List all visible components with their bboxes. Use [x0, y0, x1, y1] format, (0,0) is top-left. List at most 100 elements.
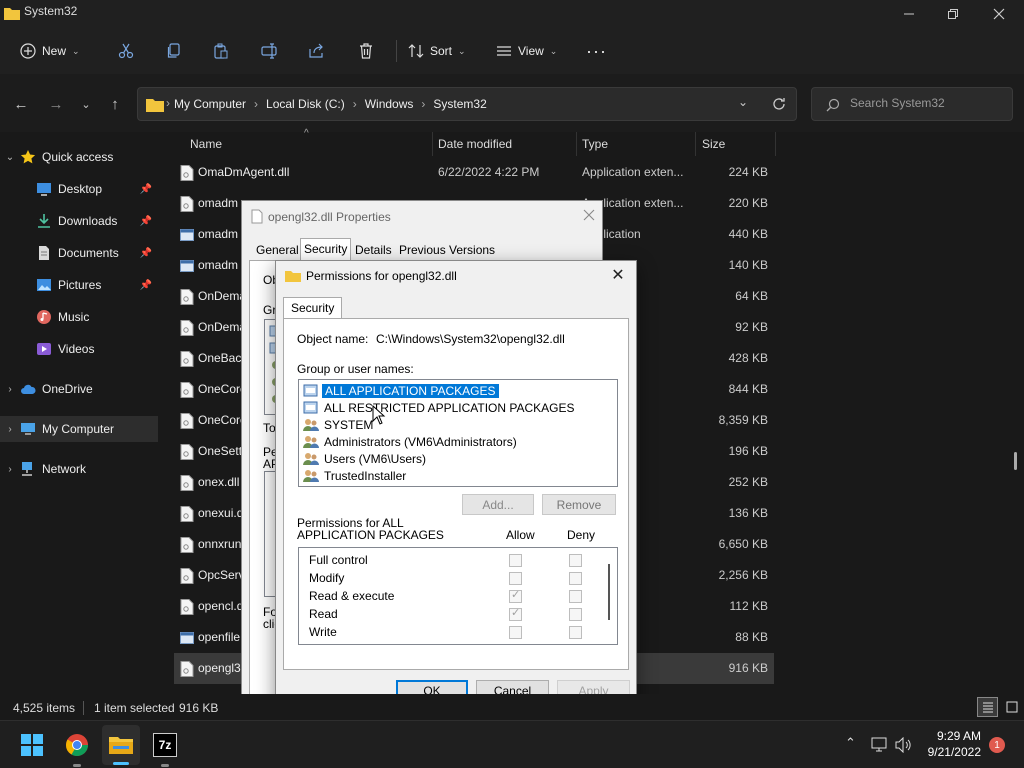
allow-checkbox[interactable] — [509, 572, 522, 585]
sidebar-item-network[interactable]: › Network — [0, 456, 158, 482]
chevron-up-icon[interactable]: ⌃ — [845, 735, 856, 751]
add-button[interactable]: Add... — [462, 494, 534, 515]
up-button[interactable]: ↑ — [103, 94, 127, 114]
tab-security[interactable]: Security — [300, 238, 352, 260]
paste-button[interactable] — [213, 36, 229, 66]
permission-name: Write — [309, 625, 337, 639]
close-icon: ✕ — [611, 267, 625, 284]
maximize-button[interactable] — [930, 2, 976, 26]
clock-time[interactable]: 9:29 AM — [929, 729, 981, 743]
group-name: ALL RESTRICTED APPLICATION PACKAGES — [324, 400, 575, 415]
scrollbar-thumb[interactable] — [608, 564, 610, 620]
share-button[interactable] — [309, 36, 325, 66]
running-indicator — [161, 764, 169, 767]
tab-previous-versions[interactable]: Previous Versions — [396, 242, 498, 258]
column-header-name[interactable]: Name — [190, 137, 222, 151]
allow-checkbox[interactable] — [509, 626, 522, 639]
sidebar-item-desktop[interactable]: Desktop 📌 — [0, 176, 158, 202]
breadcrumb-windows[interactable]: Windows — [365, 97, 414, 111]
list-item-system[interactable]: SYSTEM — [303, 416, 375, 433]
more-options-button[interactable]: ··· — [586, 36, 607, 66]
chrome-icon[interactable] — [65, 733, 89, 757]
remove-button[interactable]: Remove — [542, 494, 616, 515]
file-size: 136 KB — [728, 506, 768, 520]
sort-button[interactable]: Sort ⌄ — [408, 36, 466, 66]
back-button[interactable]: ← — [9, 94, 33, 114]
deny-checkbox[interactable] — [569, 608, 582, 621]
cut-button[interactable] — [118, 36, 134, 66]
recent-locations-button[interactable]: ⌄ — [74, 94, 98, 114]
trash-icon — [360, 43, 372, 59]
copy-button[interactable] — [166, 36, 182, 66]
network-status-icon[interactable] — [871, 737, 889, 753]
list-item-all-application-packages[interactable]: ALL APPLICATION PACKAGES — [303, 382, 499, 399]
search-box[interactable] — [811, 87, 1013, 121]
column-divider[interactable] — [432, 132, 433, 156]
minimize-button[interactable] — [886, 2, 932, 26]
sidebar-item-documents[interactable]: Documents 📌 — [0, 240, 158, 266]
notification-badge[interactable]: 1 — [989, 737, 1005, 753]
breadcrumb-system32[interactable]: System32 — [433, 97, 486, 111]
allow-checkbox[interactable] — [509, 606, 522, 621]
sidebar-item-videos[interactable]: Videos — [0, 336, 158, 362]
list-item-restricted-packages[interactable]: ALL RESTRICTED APPLICATION PACKAGES — [303, 399, 577, 416]
details-view-button[interactable] — [977, 697, 998, 717]
breadcrumb-local-disk[interactable]: Local Disk (C:) — [266, 97, 345, 111]
tab-security[interactable]: Security — [283, 297, 343, 319]
permission-list: Full control Modify Read & execute Read Writ… — [298, 547, 618, 645]
allow-checkbox[interactable] — [509, 588, 522, 603]
chevron-down-icon: ⌄ — [72, 45, 80, 56]
tab-details[interactable]: Details — [352, 242, 395, 258]
deny-checkbox[interactable] — [569, 590, 582, 603]
chevron-down-icon: ⌄ — [458, 45, 466, 56]
column-divider[interactable] — [576, 132, 577, 156]
column-divider[interactable] — [775, 132, 776, 156]
column-header-size[interactable]: Size — [702, 137, 725, 151]
sidebar-item-onedrive[interactable]: › OneDrive — [0, 376, 158, 402]
address-dropdown-icon[interactable]: ⌄ — [738, 95, 748, 109]
rename-button[interactable] — [261, 36, 279, 66]
group-user-list[interactable]: ALL APPLICATION PACKAGES ALL RESTRICTED … — [298, 379, 618, 487]
chevron-down-icon: ⌄ — [549, 45, 558, 56]
deny-checkbox[interactable] — [569, 626, 582, 639]
column-divider[interactable] — [695, 132, 696, 156]
sidebar-item-downloads[interactable]: Downloads 📌 — [0, 208, 158, 234]
new-button[interactable]: New ⌄ — [20, 36, 80, 66]
file-explorer-taskbar-button[interactable] — [102, 725, 140, 765]
delete-button[interactable] — [358, 36, 374, 66]
column-header-date[interactable]: Date modified — [438, 137, 512, 151]
column-header-type[interactable]: Type — [582, 137, 608, 151]
volume-icon[interactable] — [895, 737, 913, 753]
group-name: ALL APPLICATION PACKAGES — [322, 383, 499, 398]
close-dialog-button[interactable]: ✕ — [606, 264, 630, 288]
list-item-trustedinstaller[interactable]: TrustedInstaller — [303, 467, 408, 484]
close-icon[interactable] — [583, 209, 595, 221]
address-bar[interactable]: › My Computer › Local Disk (C:) › Window… — [137, 87, 797, 121]
sidebar-item-music[interactable]: Music — [0, 304, 158, 330]
permission-name: Full control — [309, 553, 368, 567]
refresh-icon[interactable] — [772, 97, 786, 111]
scrollbar-thumb[interactable] — [1014, 452, 1017, 470]
tab-general[interactable]: General — [253, 242, 302, 258]
sidebar-item-quick-access[interactable]: ⌄ Quick access — [0, 144, 158, 170]
table-row[interactable]: OmaDmAgent.dll 6/22/2022 4:22 PM Applicati… — [174, 157, 774, 188]
forward-button[interactable]: → — [44, 94, 68, 114]
breadcrumb-my-computer[interactable]: My Computer — [174, 97, 246, 111]
deny-checkbox[interactable] — [569, 572, 582, 585]
list-item-users[interactable]: Users (VM6\Users) — [303, 450, 428, 467]
search-input[interactable] — [850, 96, 1000, 110]
tiles-view-button[interactable] — [1002, 697, 1022, 717]
clock-date[interactable]: 9/21/2022 — [919, 745, 981, 759]
file-size: 224 KB — [728, 165, 768, 179]
allow-checkbox[interactable] — [509, 554, 522, 567]
windows-start-icon[interactable] — [21, 734, 43, 756]
close-window-button[interactable] — [976, 2, 1022, 26]
deny-checkbox[interactable] — [569, 554, 582, 567]
view-button[interactable]: View ⌄ — [496, 36, 557, 66]
list-item-administrators[interactable]: Administrators (VM6\Administrators) — [303, 433, 519, 450]
properties-title: opengl32.dll Properties — [268, 210, 391, 224]
sidebar-item-pictures[interactable]: Pictures 📌 — [0, 272, 158, 298]
sidebar-item-my-computer[interactable]: › My Computer — [0, 416, 158, 442]
computer-icon — [21, 423, 35, 435]
7zip-icon[interactable]: 7z — [153, 733, 177, 757]
